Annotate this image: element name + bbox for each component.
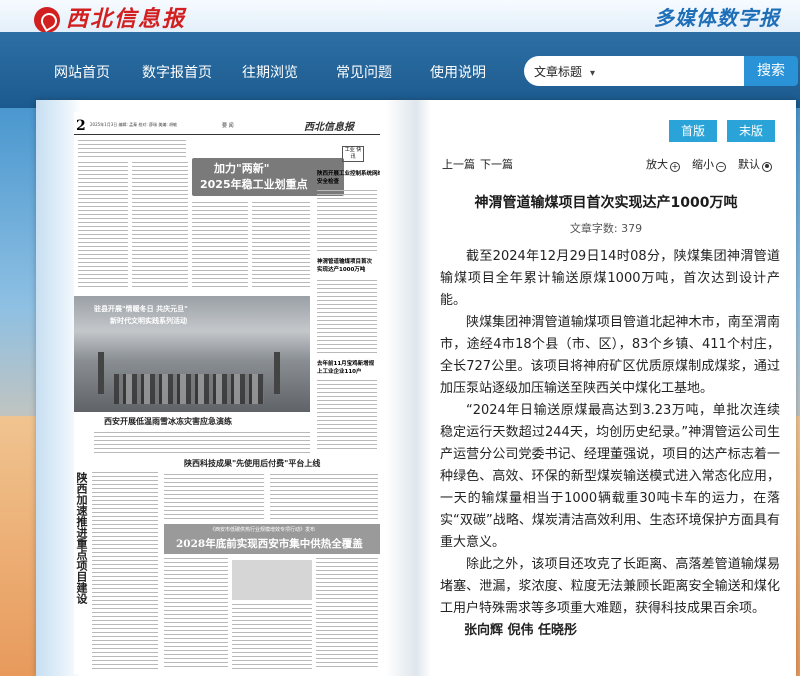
- np-masthead: 西北信息报: [304, 122, 354, 133]
- np-photo-crowd: [114, 374, 264, 404]
- search-type-value: 文章标题: [534, 65, 583, 79]
- np-side-title[interactable]: 陕西开展工业控制系统网络安全检查: [317, 170, 380, 186]
- np-text-block[interactable]: [317, 190, 377, 254]
- site-logo[interactable]: 西北信息报: [34, 1, 186, 33]
- np-feature-title: 2028年底前实现西安市集中供热全覆盖: [176, 538, 363, 550]
- site-header: 西北信息报 多媒体数字报: [0, 0, 800, 33]
- np-headline-2[interactable]: 陕西科技成果"先使用后付费"平台上线: [184, 458, 320, 469]
- np-text-block[interactable]: [252, 202, 310, 290]
- article-body: 截至2024年12月29日14时08分，陕煤集团神渭管道输煤项目全年累计输送原煤…: [440, 246, 780, 642]
- word-count-label: 文章字数:: [569, 222, 618, 235]
- search-box: 文章标题 ▾: [524, 56, 744, 86]
- default-zoom-label: 默认: [738, 158, 760, 171]
- article-paragraph: 截至2024年12月29日14时08分，陕煤集团神渭管道输煤项目全年累计输送原煤…: [440, 249, 780, 308]
- np-page-number: 2: [76, 118, 86, 134]
- np-side-title[interactable]: 去年前11月宝鸡新增规上工业企业110户: [317, 360, 377, 376]
- logo-text: 西北信息报: [66, 6, 187, 32]
- nav-item-help[interactable]: 使用说明: [430, 62, 486, 82]
- word-count-value: 379: [621, 222, 643, 235]
- search-type-select[interactable]: 文章标题 ▾: [534, 63, 595, 80]
- np-photo-caption: 新时代文明实践系列活动: [110, 317, 187, 325]
- np-text-block[interactable]: [192, 202, 248, 290]
- article-paragraph: 除此之外，该项目还攻克了长距离、高落差管道输煤易堵塞、泄漏，浆浓度、粒度无法兼顾…: [440, 557, 780, 616]
- np-text-block[interactable]: [92, 472, 158, 670]
- article-paragraph: “2024年日输送原煤最高达到3.23万吨，单批次连续稳定运行天数超过244天，…: [440, 403, 780, 550]
- np-photo-tree: [274, 352, 280, 394]
- np-text-block[interactable]: [78, 162, 128, 290]
- np-text-block[interactable]: [270, 474, 378, 520]
- newspaper-book: 2 2025年1月3日 编辑: 孟秦 校对: 薛瑞 美编: 胡敏 要 闻 西北信…: [36, 100, 796, 676]
- main-nav: 网站首页 数字报首页 往期浏览 常见问题 使用说明 文章标题 ▾ 搜索: [0, 32, 800, 108]
- search-input[interactable]: [614, 60, 734, 82]
- default-zoom-button[interactable]: 默认: [738, 156, 772, 172]
- np-text-block[interactable]: [94, 432, 310, 454]
- article-paragraph: 陕煤集团神渭管道输煤项目管道北起神木市，南至渭南市，途经4市18个县（市、区），…: [440, 315, 780, 396]
- np-text-block[interactable]: [164, 474, 264, 520]
- np-side-title[interactable]: 神渭管道输煤项目首次实现达产1000万吨: [317, 258, 377, 274]
- np-edition: 要 闻: [222, 123, 234, 129]
- brand-title: 多媒体数字报: [654, 6, 780, 30]
- radio-icon: [762, 162, 772, 172]
- np-vertical-headline[interactable]: 陕西加速推进重点项目建设: [75, 472, 88, 604]
- np-headline-a: 加力"两新": [214, 162, 270, 175]
- zoom-out-button[interactable]: 缩小 −: [692, 156, 726, 172]
- article-author: 张向辉 倪伟 任晓彤: [464, 623, 578, 638]
- newspaper-page-image[interactable]: 2 2025年1月3日 编辑: 孟秦 校对: 薛瑞 美编: 胡敏 要 闻 西北信…: [74, 112, 380, 674]
- article-title: 神渭管道输煤项目首次实现达产1000万吨: [474, 195, 738, 211]
- np-text-block[interactable]: [316, 558, 378, 670]
- word-count: 文章字数: 379: [416, 220, 796, 236]
- minus-icon: −: [716, 162, 726, 172]
- np-meta: 2025年1月3日 编辑: 孟秦 校对: 薛瑞 美编: 胡敏: [90, 122, 177, 127]
- nav-item-faq[interactable]: 常见问题: [336, 62, 392, 82]
- page-thumbnail-panel: 2 2025年1月3日 编辑: 孟秦 校对: 薛瑞 美编: 胡敏 要 闻 西北信…: [36, 100, 416, 676]
- np-text-block[interactable]: [317, 280, 377, 354]
- np-caption[interactable]: 西安开展低温雨雪冰冻灾害应急演练: [104, 416, 232, 427]
- np-headline-b: 2025年稳工业划重点: [200, 178, 308, 191]
- np-text-block[interactable]: [317, 380, 377, 450]
- np-photo[interactable]: 驻县开展"情暖冬日 共庆元旦" 新时代文明实践系列活动: [74, 296, 310, 412]
- np-text-block[interactable]: [232, 604, 312, 670]
- prev-article-link[interactable]: 上一篇: [442, 156, 475, 172]
- np-rule: [74, 134, 380, 135]
- np-text-block[interactable]: [164, 558, 228, 670]
- next-article-link[interactable]: 下一篇: [480, 156, 513, 172]
- zoom-in-label: 放大: [646, 158, 668, 171]
- np-photo-caption: 驻县开展"情暖冬日 共庆元旦": [94, 305, 188, 313]
- np-photo-tree: [98, 352, 104, 394]
- zoom-in-button[interactable]: 放大 +: [646, 156, 680, 172]
- np-chart-block[interactable]: [232, 560, 312, 600]
- logo-mark-icon: [34, 7, 60, 33]
- np-feature-sub: 《西安市低碳供热行业规模增效专项行动》发布: [210, 527, 316, 533]
- nav-item-archive[interactable]: 往期浏览: [242, 62, 298, 82]
- nav-item-home[interactable]: 网站首页: [54, 62, 110, 82]
- nav-item-digital-home[interactable]: 数字报首页: [142, 62, 212, 82]
- np-text-block[interactable]: [78, 140, 186, 158]
- last-edition-button[interactable]: 末版: [727, 120, 775, 142]
- np-text-block[interactable]: [132, 162, 188, 290]
- plus-icon: +: [670, 162, 680, 172]
- article-reader: 首版 末版 上一篇 下一篇 放大 + 缩小 − 默认 神渭管道输煤项目首次实现达产1…: [416, 100, 796, 676]
- np-feature-box[interactable]: 《西安市低碳供热行业规模增效专项行动》发布 2028年底前实现西安市集中供热全覆…: [164, 524, 380, 554]
- np-side-label: 工业 快讯: [342, 146, 364, 162]
- chevron-down-icon: ▾: [590, 68, 596, 79]
- first-edition-button[interactable]: 首版: [669, 120, 717, 142]
- zoom-out-label: 缩小: [692, 158, 714, 171]
- search-button[interactable]: 搜索: [744, 56, 798, 86]
